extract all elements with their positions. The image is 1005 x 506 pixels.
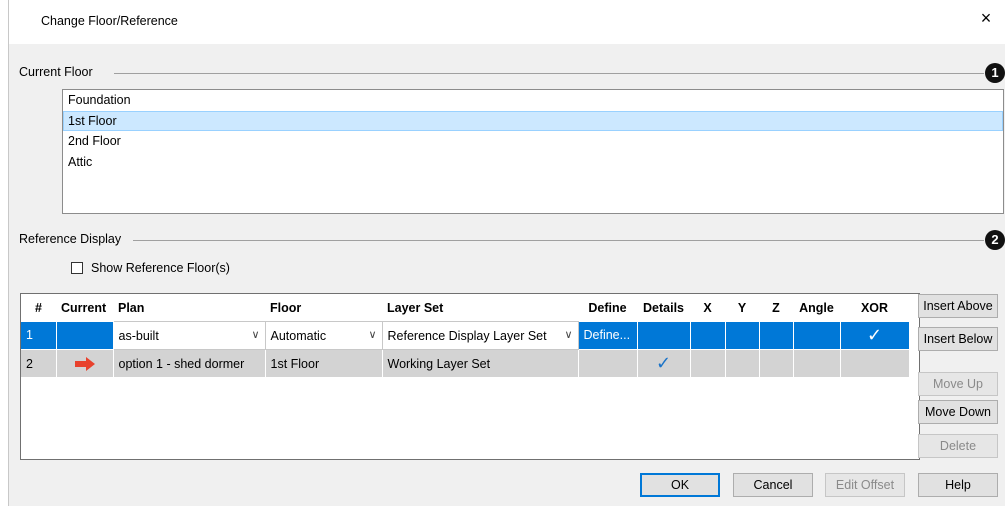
show-reference-floors-row[interactable]: Show Reference Floor(s) xyxy=(71,261,230,275)
cancel-button[interactable]: Cancel xyxy=(733,473,813,497)
checkmark-icon: ✓ xyxy=(866,324,883,345)
checkmark-icon: ✓ xyxy=(655,353,672,373)
reference-display-divider xyxy=(133,240,984,241)
current-floor-listbox[interactable]: Foundation 1st Floor 2nd Floor Attic xyxy=(62,89,1004,214)
grid-column-header: Current xyxy=(56,294,113,322)
table-row[interactable]: 2 option 1 - shed dormer 1st Floor Working … xyxy=(21,349,910,378)
reference-display-group-label: Reference Display xyxy=(19,232,128,246)
callout-1-icon: 1 xyxy=(985,63,1005,83)
grid-column-header: Define xyxy=(578,294,637,322)
current-cell xyxy=(56,321,114,350)
move-down-button[interactable]: Move Down xyxy=(918,400,998,424)
close-icon[interactable]: × xyxy=(976,8,996,28)
layer-set-cell[interactable]: Working Layer Set xyxy=(382,349,579,378)
chevron-down-icon[interactable]: ∨ xyxy=(368,328,376,341)
define-cell[interactable]: Define... xyxy=(578,321,638,350)
grid-column-header: Z xyxy=(759,294,793,322)
z-cell[interactable] xyxy=(759,349,794,378)
floor-list-item[interactable]: Foundation xyxy=(63,90,1003,111)
xor-cell[interactable] xyxy=(840,349,910,378)
ok-button[interactable]: OK xyxy=(640,473,720,497)
xor-cell[interactable]: ✓ xyxy=(840,321,910,350)
grid-header-row: # Current Plan Floor Layer Set Define Details X… xyxy=(21,294,909,322)
insert-below-button[interactable]: Insert Below xyxy=(918,327,998,351)
y-cell[interactable] xyxy=(725,321,760,350)
current-floor-group-label: Current Floor xyxy=(19,65,99,79)
details-cell[interactable]: ✓ xyxy=(637,349,691,378)
floor-cell-value: Automatic xyxy=(270,328,327,343)
plan-cell-value: option 1 - shed dormer xyxy=(118,356,245,371)
edit-offset-button[interactable]: Edit Offset xyxy=(825,473,905,497)
insert-above-button[interactable]: Insert Above xyxy=(918,294,998,318)
current-cell xyxy=(56,349,114,378)
grid-column-header: Details xyxy=(637,294,690,322)
chevron-down-icon[interactable]: ∨ xyxy=(564,328,572,341)
floor-list-item[interactable]: 2nd Floor xyxy=(63,131,1003,152)
floor-list-item[interactable]: 1st Floor xyxy=(63,110,1003,131)
reference-grid: # Current Plan Floor Layer Set Define Details X… xyxy=(20,293,920,460)
plan-cell[interactable]: option 1 - shed dormer xyxy=(113,349,266,378)
table-row[interactable]: 1 as-built ∨ Automatic ∨ Reference Display La… xyxy=(21,321,910,350)
show-reference-floors-checkbox[interactable] xyxy=(71,262,83,274)
plan-cell[interactable]: as-built ∨ xyxy=(112,321,266,350)
move-up-button[interactable]: Move Up xyxy=(918,372,998,396)
help-button[interactable]: Help xyxy=(918,473,998,497)
change-floor-reference-dialog: Change Floor/Reference × Current Floor 1… xyxy=(8,0,1005,506)
show-reference-floors-label: Show Reference Floor(s) xyxy=(91,261,230,275)
grid-column-header: Y xyxy=(725,294,759,322)
layer-set-cell-value: Reference Display Layer Set xyxy=(387,328,547,343)
floor-cell[interactable]: 1st Floor xyxy=(265,349,383,378)
callout-2-icon: 2 xyxy=(985,230,1005,250)
grid-column-header: # xyxy=(21,294,56,322)
angle-cell[interactable] xyxy=(793,349,841,378)
plan-cell-value: as-built xyxy=(118,328,159,343)
define-cell[interactable] xyxy=(578,349,638,378)
grid-column-header: Plan xyxy=(113,294,265,322)
grid-column-header: X xyxy=(690,294,725,322)
floor-cell[interactable]: Automatic ∨ xyxy=(264,321,383,350)
row-number-cell: 2 xyxy=(21,349,57,378)
grid-column-header: XOR xyxy=(840,294,909,322)
z-cell[interactable] xyxy=(759,321,794,350)
delete-button[interactable]: Delete xyxy=(918,434,998,458)
grid-column-header: Layer Set xyxy=(382,294,578,322)
dialog-title: Change Floor/Reference xyxy=(41,14,178,28)
angle-cell[interactable] xyxy=(793,321,841,350)
grid-column-header: Angle xyxy=(793,294,840,322)
floor-cell-value: 1st Floor xyxy=(270,356,320,371)
y-cell[interactable] xyxy=(725,349,760,378)
row-number-cell: 1 xyxy=(21,321,57,350)
x-cell[interactable] xyxy=(690,321,726,350)
layer-set-cell-value: Working Layer Set xyxy=(387,356,491,371)
current-floor-divider xyxy=(114,73,984,74)
details-cell[interactable] xyxy=(637,321,691,350)
layer-set-cell[interactable]: Reference Display Layer Set ∨ xyxy=(381,321,579,350)
floor-list-item[interactable]: Attic xyxy=(63,152,1003,173)
current-arrow-icon xyxy=(74,356,95,371)
title-bar: Change Floor/Reference × xyxy=(9,0,1005,44)
grid-column-header: Floor xyxy=(265,294,382,322)
x-cell[interactable] xyxy=(690,349,726,378)
chevron-down-icon[interactable]: ∨ xyxy=(251,328,259,341)
